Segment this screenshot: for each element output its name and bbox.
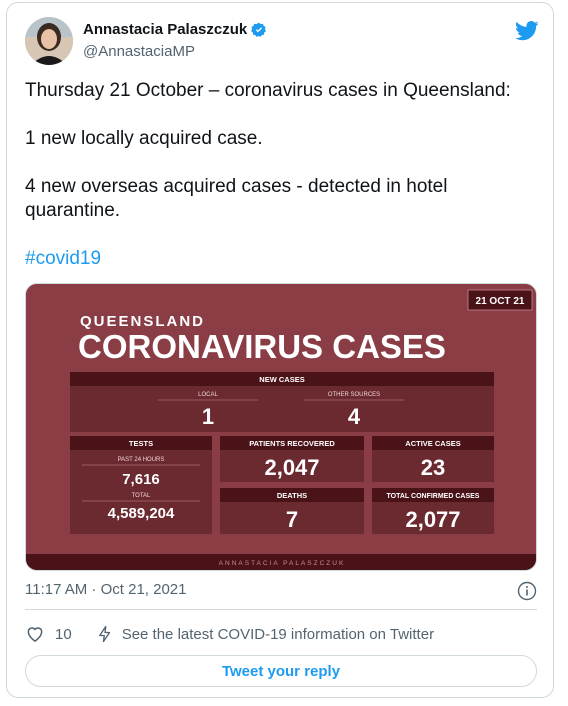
heart-icon[interactable] (25, 624, 45, 644)
covid-info-link[interactable]: See the latest COVID-19 information on T… (122, 626, 434, 643)
deaths-value: 7 (286, 507, 298, 532)
divider (25, 609, 537, 610)
graphic-title-big: CORONAVIRUS CASES (78, 328, 446, 365)
recovered-value: 2,047 (264, 455, 319, 480)
tweet-line-3: 4 new overseas acquired cases - detected… (25, 176, 448, 221)
coronavirus-cases-graphic: 21 OCT 21 QUEENSLAND CORONAVIRUS CASES N… (26, 284, 536, 570)
graphic-date: 21 OCT 21 (476, 296, 525, 307)
lightning-icon (98, 625, 110, 643)
tests-label: TESTS (129, 439, 153, 448)
recovered-label: PATIENTS RECOVERED (249, 439, 335, 448)
active-cases-label: ACTIVE CASES (405, 439, 460, 448)
total-tests-label: TOTAL (132, 493, 151, 499)
total-tests-value: 4,589,204 (108, 505, 175, 522)
past-24-label: PAST 24 HOURS (118, 457, 165, 463)
info-icon[interactable] (517, 581, 537, 601)
tweet-image[interactable]: 21 OCT 21 QUEENSLAND CORONAVIRUS CASES N… (25, 283, 537, 571)
other-sources-label: OTHER SOURCES (328, 392, 380, 398)
new-cases-label: NEW CASES (259, 375, 304, 384)
tweet-card: Annastacia Palaszczuk @AnnastaciaMP Thur… (6, 2, 554, 698)
avatar[interactable] (25, 17, 73, 65)
author-name[interactable]: Annastacia Palaszczuk (83, 21, 247, 38)
author-handle[interactable]: @AnnastaciaMP (83, 43, 195, 60)
tweet-line-2: 1 new locally acquired case. (25, 128, 263, 149)
confirmed-cases-label: TOTAL CONFIRMED CASES (387, 493, 480, 500)
other-sources-value: 4 (348, 404, 361, 429)
tweet-text: Thursday 21 October – coronavirus cases … (25, 79, 535, 271)
active-cases-value: 23 (421, 455, 445, 480)
hashtag-link[interactable]: #covid19 (25, 248, 101, 269)
author-name-row[interactable]: Annastacia Palaszczuk (83, 21, 267, 38)
action-bar: 10 See the latest COVID-19 information o… (25, 623, 434, 645)
tweet-reply-button[interactable]: Tweet your reply (25, 655, 537, 687)
like-count[interactable]: 10 (55, 626, 72, 643)
local-label: LOCAL (198, 392, 218, 398)
graphic-footer: ANNASTACIA PALASZCZUK (219, 560, 346, 567)
past-24-value: 7,616 (122, 471, 160, 488)
avatar-image (25, 17, 73, 65)
confirmed-cases-value: 2,077 (405, 507, 460, 532)
tweet-timestamp[interactable]: 11:17 AM · Oct 21, 2021 (25, 581, 186, 598)
tweet-line-1: Thursday 21 October – coronavirus cases … (25, 80, 511, 101)
local-value: 1 (202, 404, 214, 429)
twitter-bird-icon[interactable] (515, 21, 539, 41)
verified-badge-icon (251, 22, 267, 37)
deaths-label: DEATHS (277, 491, 307, 500)
